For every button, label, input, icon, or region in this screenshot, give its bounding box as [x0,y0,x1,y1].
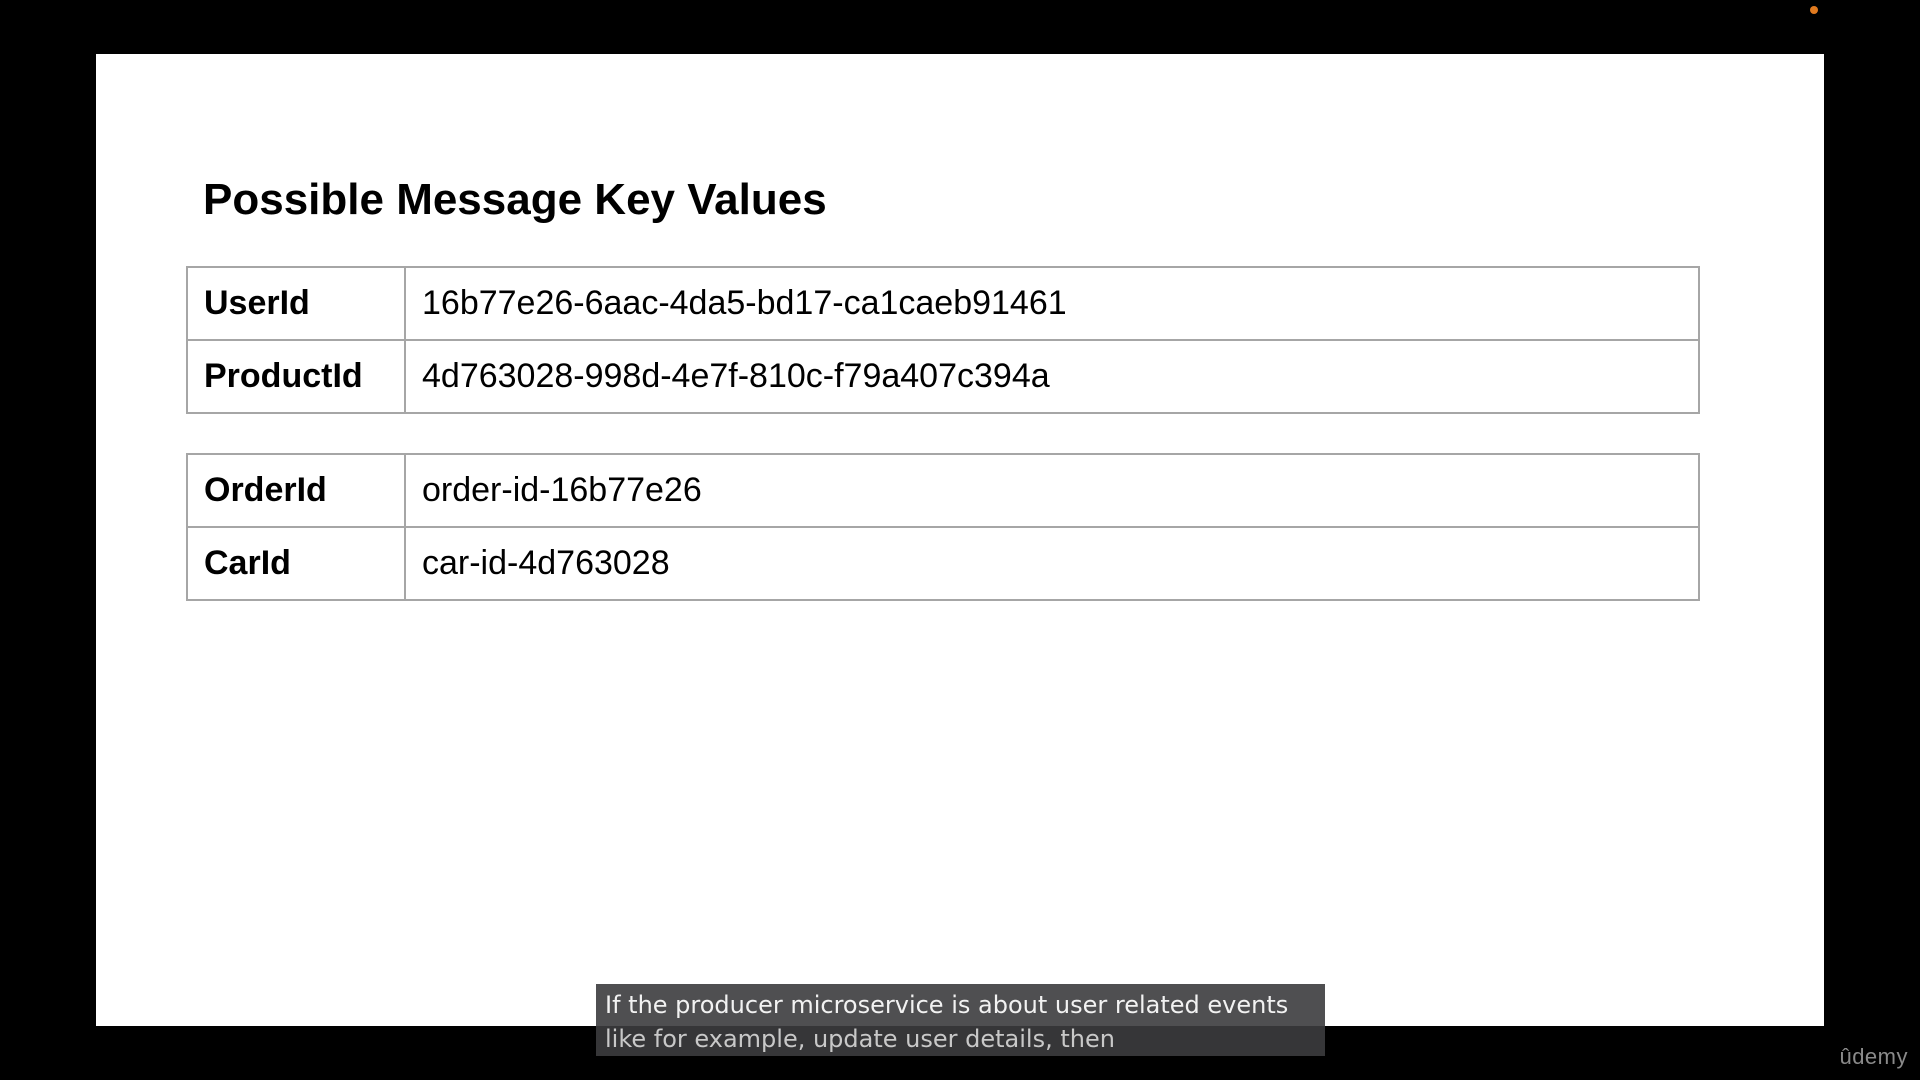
table-row: OrderId order-id-16b77e26 [186,453,1700,528]
slide: Possible Message Key Values UserId 16b77… [96,54,1824,1026]
row-value: order-id-16b77e26 [404,453,1700,528]
caption-line: If the producer microservice is about us… [605,991,1289,1019]
caption-box: If the producer microservice is about us… [596,984,1325,1056]
video-player[interactable]: Possible Message Key Values UserId 16b77… [0,0,1920,1080]
udemy-logo: ûdemy [1839,1044,1908,1069]
row-key: ProductId [186,339,406,414]
row-value: car-id-4d763028 [404,526,1700,601]
caption-line: like for example, update user details, t… [605,1025,1115,1053]
key-values-table-ids: UserId 16b77e26-6aac-4da5-bd17-ca1caeb91… [186,266,1700,414]
table-row: CarId car-id-4d763028 [186,526,1700,601]
status-dot-icon [1810,6,1818,14]
key-values-table-prefixed: OrderId order-id-16b77e26 CarId car-id-4… [186,453,1700,601]
row-key: OrderId [186,453,406,528]
slide-title: Possible Message Key Values [203,175,827,224]
table-row: UserId 16b77e26-6aac-4da5-bd17-ca1caeb91… [186,266,1700,341]
row-value: 4d763028-998d-4e7f-810c-f79a407c394a [404,339,1700,414]
table-row: ProductId 4d763028-998d-4e7f-810c-f79a40… [186,339,1700,414]
row-value: 16b77e26-6aac-4da5-bd17-ca1caeb91461 [404,266,1700,341]
row-key: UserId [186,266,406,341]
row-key: CarId [186,526,406,601]
